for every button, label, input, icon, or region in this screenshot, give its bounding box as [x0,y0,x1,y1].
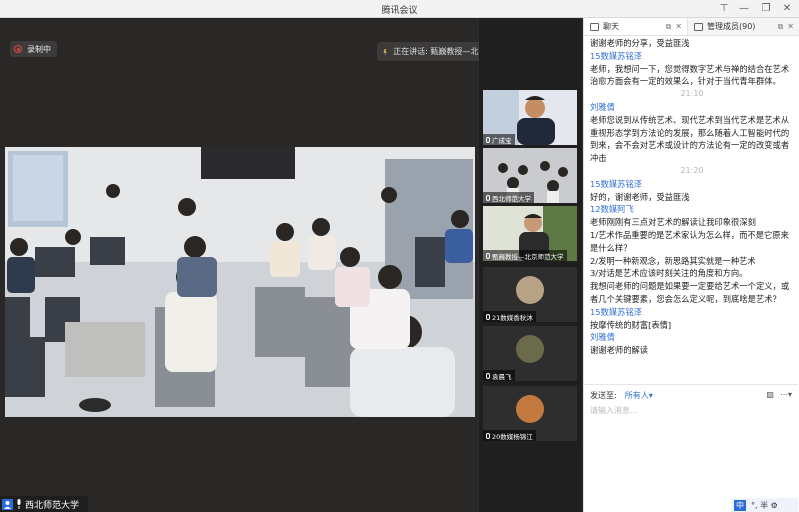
microphone-icon [17,499,21,509]
chat-timestamp: 21:20 [680,165,704,175]
close-icon[interactable]: ✕ [675,22,682,32]
recording-badge[interactable]: 录制中 [10,41,57,57]
classroom-video-image [5,147,475,417]
participant-name: 广成宝 [492,136,512,145]
close-icon[interactable]: ✕ [780,2,794,16]
chat-tabs: 聊天 ⧉ ✕ 管理成员(90) ⧉ ✕ [584,18,799,36]
maximize-icon[interactable]: ❐ [759,2,773,16]
microphone-icon [486,194,490,201]
minimize-icon[interactable]: — [737,2,751,16]
participant-thumbnails: 广成宝 西北师范大学 甄巍教授—北京师范大学 21数媒香秋沐 袁晨飞 20数媒杨… [479,18,582,512]
ime-toolbar[interactable]: 中 °, 半 ⚙ [731,498,798,512]
microphone-icon [486,313,490,320]
title-bar: 腾讯会议 ⊤ — ❐ ✕ [0,0,799,18]
chat-message: 15数媒苏铭泽 好的，谢谢老师，受益匪浅 [590,178,794,204]
chat-message-text: 好的，谢谢老师，受益匪浅 [590,191,690,202]
participant-tile[interactable]: 21数媒香秋沐 [483,267,577,322]
ime-mode[interactable]: 中 [734,499,746,511]
popout-icon[interactable]: ⧉ [666,22,672,32]
participant-tile[interactable]: 20数媒杨锦江 [483,386,577,441]
popout-icon[interactable]: ⧉ [778,22,784,32]
microphone-icon [486,372,490,379]
message-input[interactable]: 请输入消息... [590,405,638,416]
participant-name: 袁晨飞 [492,372,512,381]
chat-icon [590,22,599,31]
chat-message: 12数媒阿飞 老师刚刚有三点对艺术的解读让我印象很深刻 1/艺术作品重要的是艺术… [590,203,794,305]
more-icon[interactable]: ⋯▾ [780,390,792,399]
chat-message-text: 谢谢老师的分享，受益匪浅 [590,38,690,48]
tab-members[interactable]: 管理成员(90) ⧉ ✕ [687,18,799,35]
recording-label: 录制中 [27,44,51,54]
chat-timestamp: 21:10 [680,89,704,99]
record-icon [14,45,22,53]
microphone-icon [486,432,490,439]
microphone-icon [486,136,490,143]
chat-sender[interactable]: 刘雅倩 [590,331,794,344]
tab-chat-label: 聊天 [603,22,619,31]
tab-chat[interactable]: 聊天 ⧉ ✕ [584,18,687,35]
chat-sender[interactable]: 刘雅倩 [590,101,794,114]
participant-name: 甄巍教授—北京师范大学 [492,252,564,261]
chat-message: 15数媒苏铭泽 按摩传统的财富[表情] [590,306,794,332]
participant-tile[interactable]: 西北师范大学 [483,148,577,203]
chat-message: 刘雅倩 谢谢老师的解读 [590,331,794,357]
pin-icon[interactable]: ⊤ [717,2,731,16]
chat-sender[interactable]: 15数媒苏铭泽 [590,306,794,319]
chat-message-text: 按摩传统的财富[表情] [590,319,672,330]
chat-message-text: 老师您说到从传统艺术、现代艺术到当代艺术是艺术从重视形态学到方法论的发展，那么随… [590,114,790,164]
ime-options[interactable]: °, 半 ⚙ [751,500,778,511]
window-title: 腾讯会议 [381,6,418,16]
chat-message-text: 老师，我想问一下，您觉得数字艺术与禅的结合在艺术治愈方面会有一定的效果么，针对于… [590,63,790,87]
participant-tile[interactable]: 袁晨飞 [483,326,577,381]
participant-name: 21数媒香秋沐 [492,313,533,322]
chat-panel: 聊天 ⧉ ✕ 管理成员(90) ⧉ ✕ 谢谢老师的分享，受益匪浅 15数媒苏铭泽 老… [583,18,799,512]
close-icon[interactable]: ✕ [787,22,794,32]
microphone-icon [486,252,490,259]
main-video-area: 录制中 正在讲话: 甄巍教授—北京师范... 西北师范大学 [0,18,510,512]
chat-tools: ▨ ⋯▾ [766,390,792,399]
main-video-feed [5,147,475,417]
user-icon [2,498,13,510]
microphone-icon [383,48,387,55]
avatar [516,335,544,363]
main-video-name-tag: 西北师范大学 [0,496,88,512]
chat-sender[interactable]: 12数媒阿飞 [590,203,794,216]
chat-messages: 谢谢老师的分享，受益匪浅 15数媒苏铭泽 老师，我想问一下，您觉得数字艺术与禅的… [584,36,798,384]
image-icon[interactable]: ▨ [766,390,774,399]
participant-tile[interactable]: 广成宝 [483,90,577,145]
participant-name: 20数媒杨锦江 [492,432,533,441]
chat-sender[interactable]: 15数媒苏铭泽 [590,50,794,63]
members-icon [694,22,703,31]
chat-message-text: 老师刚刚有三点对艺术的解读让我印象很深刻 1/艺术作品重要的是艺术家认为怎么样，… [590,217,790,304]
chat-message-text: 谢谢老师的解读 [590,345,649,356]
chat-message: 15数媒苏铭泽 老师，我想问一下，您觉得数字艺术与禅的结合在艺术治愈方面会有一定… [590,50,794,101]
tab-members-label: 管理成员(90) [707,22,756,31]
avatar [516,276,544,304]
chat-message: 刘雅倩 老师您说到从传统艺术、现代艺术到当代艺术是艺术从重视形态学到方法论的发展… [590,101,794,178]
recipient-select[interactable]: 所有人▾ [625,390,653,401]
chat-sender[interactable]: 15数媒苏铭泽 [590,178,794,191]
participant-tile[interactable]: 甄巍教授—北京师范大学 [483,206,577,261]
participant-name: 西北师范大学 [492,194,531,203]
main-video-name: 西北师范大学 [25,500,80,511]
avatar [516,395,544,423]
send-to-label: 发送至: [590,391,617,400]
chat-compose: 发送至: 所有人▾ ▨ ⋯▾ 请输入消息... 中 °, 半 ⚙ [584,384,798,512]
send-to: 发送至: 所有人▾ [590,390,653,401]
